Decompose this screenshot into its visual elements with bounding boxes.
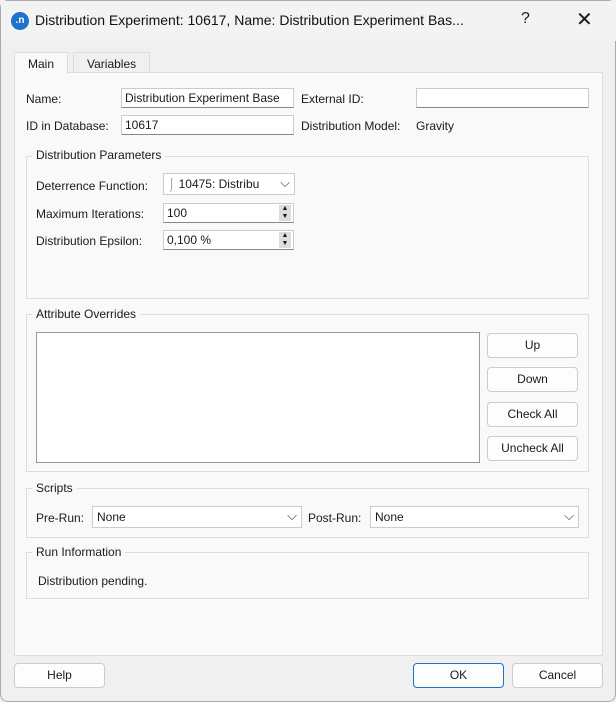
help-title-button[interactable]: ? <box>521 10 530 28</box>
name-input[interactable]: Distribution Experiment Base <box>121 88 294 108</box>
pre-run-label: Pre-Run: <box>36 511 85 525</box>
id-input[interactable]: 10617 <box>121 115 294 135</box>
window-title: Distribution Experiment: 10617, Name: Di… <box>35 12 464 28</box>
chevron-down-icon: ⌵ <box>280 175 290 190</box>
dialog-window: .n Distribution Experiment: 10617, Name:… <box>0 0 616 702</box>
id-label: ID in Database: <box>26 119 109 133</box>
app-icon: .n <box>11 12 29 30</box>
chevron-down-icon: ⌵ <box>564 508 574 523</box>
cancel-button[interactable]: Cancel <box>512 663 603 688</box>
close-button[interactable]: ✕ <box>576 7 593 32</box>
spin-arrows-icon[interactable]: ▲ ▼ <box>279 232 291 248</box>
deterrence-label: Deterrence Function: <box>36 179 149 193</box>
uncheck-all-button[interactable]: Uncheck All <box>487 436 578 461</box>
external-id-input[interactable] <box>416 88 589 108</box>
tab-main[interactable]: Main <box>14 52 69 74</box>
max-iterations-stepper[interactable]: 100 ▲ ▼ <box>163 203 294 223</box>
external-id-label: External ID: <box>301 92 364 106</box>
help-button[interactable]: Help <box>14 663 105 688</box>
overrides-list[interactable] <box>36 332 480 463</box>
deterrence-select[interactable]: ⌡ 10475: Distribu ⌵ <box>163 173 295 195</box>
chevron-down-icon: ⌵ <box>287 508 297 523</box>
tab-variables[interactable]: Variables <box>73 52 151 73</box>
model-label: Distribution Model: <box>301 119 401 133</box>
distribution-parameters-group <box>26 156 589 299</box>
group-title: Run Information <box>32 545 126 559</box>
curve-icon: ⌡ <box>168 177 176 191</box>
group-title: Distribution Parameters <box>32 148 166 162</box>
up-button[interactable]: Up <box>487 333 578 358</box>
spin-arrows-icon[interactable]: ▲ ▼ <box>279 205 291 221</box>
pre-run-select[interactable]: None ⌵ <box>92 506 302 528</box>
post-run-label: Post-Run: <box>308 511 362 525</box>
down-button[interactable]: Down <box>487 367 578 392</box>
check-all-button[interactable]: Check All <box>487 402 578 427</box>
group-title: Attribute Overrides <box>32 307 141 321</box>
max-iterations-label: Maximum Iterations: <box>36 207 145 221</box>
group-title: Scripts <box>32 481 77 495</box>
model-value: Gravity <box>416 119 455 133</box>
run-status-text: Distribution pending. <box>38 574 148 588</box>
name-label: Name: <box>26 92 62 106</box>
post-run-select[interactable]: None ⌵ <box>370 506 579 528</box>
epsilon-label: Distribution Epsilon: <box>36 234 143 248</box>
ok-button[interactable]: OK <box>413 663 504 688</box>
epsilon-stepper[interactable]: 0,100 % ▲ ▼ <box>163 230 294 250</box>
